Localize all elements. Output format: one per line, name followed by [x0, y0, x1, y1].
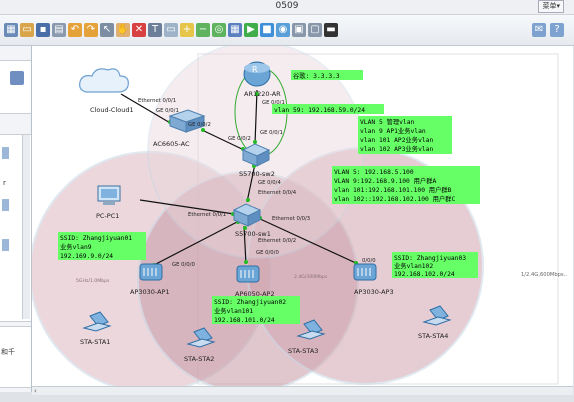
select-icon[interactable]: ↖ [100, 23, 114, 37]
device-item-icon[interactable] [2, 147, 9, 159]
window-title: 0509 [275, 1, 299, 11]
note-vlans-line: vlan 9 AP1业务vlan [360, 126, 426, 135]
band-label: 5GHz/1.0Mbps [76, 278, 110, 284]
title-bar: 0509 菜单▾ [0, 0, 574, 15]
access-point-icon[interactable] [236, 265, 260, 283]
note-vlan59-text: vlan 59: 192.168.59.0/24 [274, 107, 365, 114]
new-topology-icon[interactable]: ▦ [4, 23, 18, 37]
note-ips-line: VLAN 9:192.168.9.100 用户群A [334, 176, 437, 185]
port-label: GE 0/0/1 [260, 130, 283, 136]
toolbar: ▦ ▭ ▪ ▤ ↶ ↷ ↖ ✋ ✕ T ▭ + − ◎ ▦ ▶ ■ ◉ ▣ ▢ … [0, 15, 574, 46]
cloud-label: Cloud-Cloud1 [90, 106, 134, 114]
note-ap1-line: 192.169.9.0/24 [60, 253, 113, 260]
sta2-label: STA-STA2 [184, 355, 214, 363]
device-panel-section-top [0, 60, 31, 114]
device-item-label: r [3, 179, 6, 187]
sta4-label: STA-STA4 [418, 332, 448, 340]
note-vlans-line: vlan 101 AP2业务vlan [360, 135, 433, 144]
access-point-icon[interactable] [139, 263, 163, 281]
band-label: 2.4G/300Mbps [294, 274, 328, 280]
device-item-icon[interactable] [2, 239, 9, 251]
port-label: GE 0/0/0 [256, 250, 279, 256]
port-label: Ethernet 0/0/1 [138, 98, 176, 104]
port-label: Ethernet 0/0/1 [188, 212, 226, 218]
note-ap2-line: 192.168.101.0/24 [214, 317, 275, 324]
pc-label: PC-PC1 [96, 212, 119, 220]
port-label: 0/0/0 [362, 258, 376, 264]
port-label: Ethernet 0/0/4 [258, 190, 297, 196]
hand-icon[interactable]: ✋ [116, 23, 130, 37]
ap1-label: AP3030-AP1 [130, 288, 170, 296]
save-icon[interactable]: ▪ [36, 23, 50, 37]
text-icon[interactable]: T [148, 23, 162, 37]
window-icon[interactable]: ▢ [308, 23, 322, 37]
stop-icon[interactable]: ■ [260, 23, 274, 37]
port-label: Ethernet 0/0/2 [258, 238, 296, 244]
device-panel-section-info: 和千 [0, 326, 31, 388]
device-panel: r 和千 [0, 46, 32, 392]
cloud-icon[interactable] [79, 68, 129, 93]
undo-icon[interactable]: ↶ [68, 23, 82, 37]
note-ips-line: VLAN 5: 192.168.5.100 [334, 169, 414, 176]
port-dot [201, 128, 205, 132]
sta3-label: STA-STA3 [288, 347, 318, 355]
note-ap2-line: SSID: Zhangjiyuan02 [214, 299, 286, 306]
device-panel-section-list: r [0, 134, 31, 322]
port-label: GE 0/0/0 [172, 262, 195, 268]
help-icon[interactable]: ? [550, 23, 564, 37]
chat-icon[interactable]: ✉ [532, 23, 546, 37]
port-label: GE 0/0/1 [156, 108, 179, 114]
port-dot [246, 198, 250, 202]
delete-icon[interactable]: ✕ [132, 23, 146, 37]
zoom-out-icon[interactable]: − [196, 23, 210, 37]
start-icon[interactable]: ▶ [244, 23, 258, 37]
band-label: 1/2.4G,600Mbps.. [521, 272, 567, 278]
note-ap1-line: SSID: Zhangjiyuan01 [60, 235, 132, 242]
note-gateway-text: 谷歌: 3.3.3.3 [293, 71, 340, 80]
port-dot [253, 140, 257, 144]
note-vlans-line: vlan 102 AP3业务vlan [360, 144, 433, 153]
device-item-icon[interactable] [2, 199, 9, 211]
print-icon[interactable]: ▤ [52, 23, 66, 37]
port-label: GE 0/0/4 [258, 180, 281, 186]
rectangle-icon[interactable]: ▭ [164, 23, 178, 37]
cli-icon[interactable]: ▣ [292, 23, 306, 37]
note-ap2-line: 业务vlan101 [214, 306, 253, 315]
note-ips-line: vlan 102::192.168.102.100 用户群C [334, 194, 455, 203]
ar-label: AR1220-AR [244, 90, 281, 98]
capture-icon[interactable]: ◉ [276, 23, 290, 37]
panel-scrollbar[interactable] [22, 135, 30, 319]
menu-button[interactable]: 菜单▾ [538, 0, 564, 13]
zoom-in-icon[interactable]: + [180, 23, 194, 37]
note-ap3-line: 业务vlan102 [394, 261, 433, 270]
port-label: GE 0/0/2 [188, 122, 211, 128]
scroll-left-arrow-icon[interactable]: ‹ [34, 387, 37, 395]
fit-icon[interactable]: ◎ [212, 23, 226, 37]
port-label: GE 0/0/2 [228, 136, 251, 142]
access-point-icon[interactable] [353, 263, 377, 281]
note-ips-line: vlan 101:192.168.101.100 用户群B [334, 185, 452, 194]
topology-svg: Cloud-Cloud1 R AR1220-AR AC6605-AC S5700… [32, 46, 567, 386]
ac-label: AC6605-AC [153, 140, 190, 148]
port-label: Ethernet 0/0/3 [272, 216, 310, 222]
redo-icon[interactable]: ↷ [84, 23, 98, 37]
topology-canvas[interactable]: Cloud-Cloud1 R AR1220-AR AC6605-AC S5700… [32, 46, 573, 386]
note-ap1-line: 业务vlan9 [60, 242, 92, 251]
sw2-label: S5700-sw2 [239, 170, 275, 178]
grid-icon[interactable]: ▦ [228, 23, 242, 37]
console-icon[interactable]: ▬ [324, 23, 338, 37]
open-icon[interactable]: ▭ [20, 23, 34, 37]
note-ap3-line: 192.168.102.0/24 [394, 271, 455, 278]
canvas-scrollbar[interactable]: ‹ [32, 386, 573, 395]
svg-text:R: R [252, 65, 258, 74]
note-vlans-line: VLAN 5 管理vlan [360, 117, 415, 126]
sw1-label: S5700-sw1 [235, 230, 271, 238]
sta1-label: STA-STA1 [80, 338, 110, 346]
device-category-icon[interactable] [10, 71, 24, 85]
note-ap3-line: SSID: Zhangjiyuan03 [394, 255, 466, 262]
ap3-label: AP3030-AP3 [354, 288, 394, 296]
router-icon[interactable]: R [243, 61, 271, 87]
device-info-text: 和千 [1, 348, 15, 356]
port-dot [244, 260, 248, 264]
